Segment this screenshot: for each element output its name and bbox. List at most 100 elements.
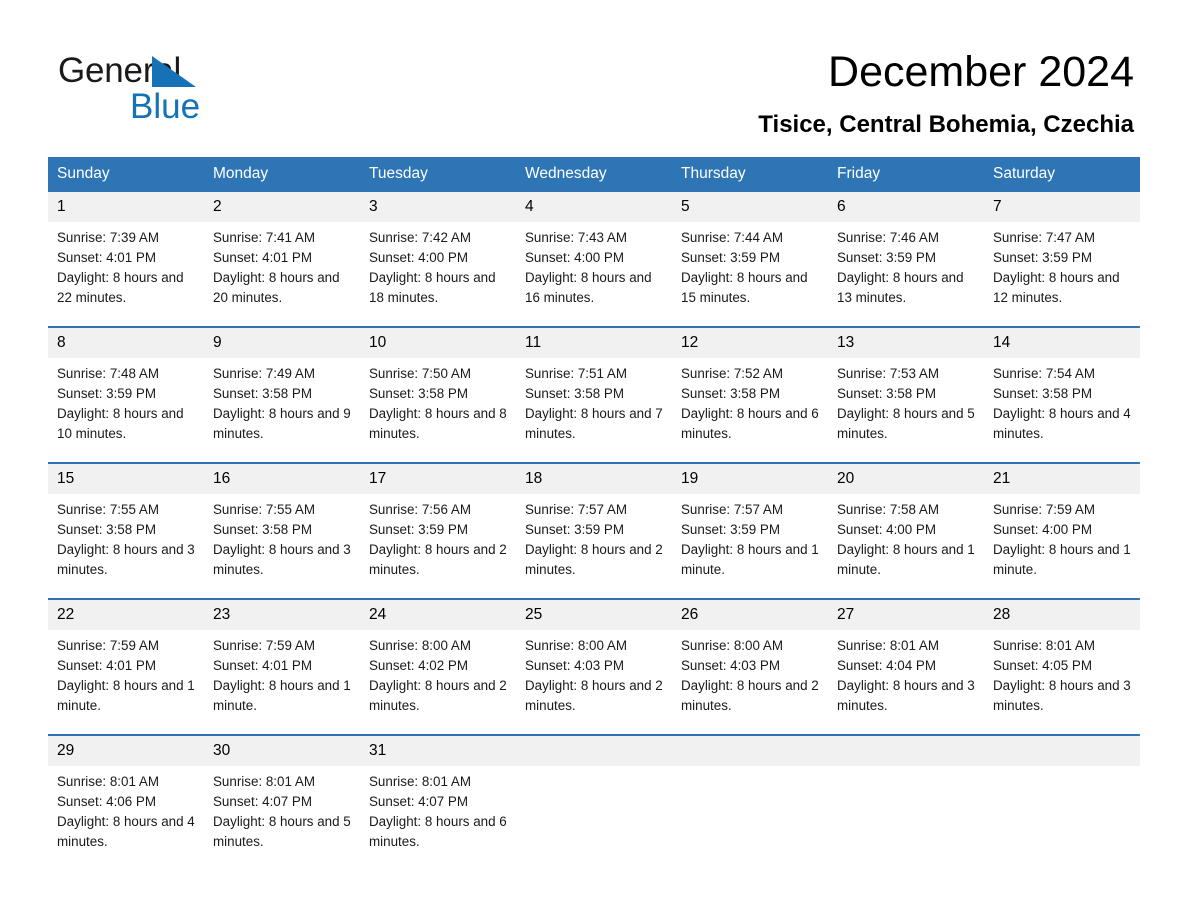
day-number [672, 736, 828, 766]
calendar-day-cell[interactable]: 21 Sunrise: 7:59 AM Sunset: 4:00 PM Dayligh… [984, 464, 1140, 580]
sunset-text: Sunset: 3:58 PM [57, 522, 156, 537]
calendar-day-cell[interactable]: 24 Sunrise: 8:00 AM Sunset: 4:02 PM Dayligh… [360, 600, 516, 716]
day-number: 30 [204, 736, 360, 766]
daylight-text: Daylight: 8 hours and 4 minutes. [57, 814, 195, 849]
calendar-day-cell[interactable]: 12 Sunrise: 7:52 AM Sunset: 3:58 PM Dayligh… [672, 328, 828, 444]
day-number: 10 [360, 328, 516, 358]
daylight-text: Daylight: 8 hours and 10 minutes. [57, 406, 184, 441]
sunrise-text: Sunrise: 7:48 AM [57, 366, 159, 381]
sunrise-text: Sunrise: 8:00 AM [681, 638, 783, 653]
sunset-text: Sunset: 4:07 PM [369, 794, 468, 809]
daylight-text: Daylight: 8 hours and 18 minutes. [369, 270, 496, 305]
day-details: Sunrise: 8:00 AM Sunset: 4:03 PM Daylight:… [672, 630, 828, 716]
calendar-day-cell[interactable]: 14 Sunrise: 7:54 AM Sunset: 3:58 PM Dayligh… [984, 328, 1140, 444]
calendar-week-row: 29 Sunrise: 8:01 AM Sunset: 4:06 PM Dayligh… [48, 734, 1140, 852]
sunset-text: Sunset: 3:58 PM [369, 386, 468, 401]
daylight-text: Daylight: 8 hours and 2 minutes. [681, 678, 819, 713]
week-separator [48, 716, 1140, 734]
day-details: Sunrise: 7:59 AM Sunset: 4:01 PM Daylight:… [48, 630, 204, 716]
calendar-day-cell[interactable]: 11 Sunrise: 7:51 AM Sunset: 3:58 PM Dayligh… [516, 328, 672, 444]
calendar-day-cell[interactable]: 19 Sunrise: 7:57 AM Sunset: 3:59 PM Dayligh… [672, 464, 828, 580]
title-block: December 2024 Tisice, Central Bohemia, C… [758, 46, 1134, 140]
day-details: Sunrise: 7:47 AM Sunset: 3:59 PM Daylight:… [984, 222, 1140, 308]
weekday-header-row: Sunday Monday Tuesday Wednesday Thursday… [48, 157, 1140, 192]
calendar-week-row: 15 Sunrise: 7:55 AM Sunset: 3:58 PM Dayligh… [48, 462, 1140, 580]
calendar-day-cell[interactable]: 2 Sunrise: 7:41 AM Sunset: 4:01 PM Daylight… [204, 192, 360, 308]
week-separator [48, 308, 1140, 326]
calendar-day-cell[interactable]: 15 Sunrise: 7:55 AM Sunset: 3:58 PM Dayligh… [48, 464, 204, 580]
calendar-day-cell-empty [672, 736, 828, 852]
sunrise-text: Sunrise: 7:59 AM [993, 502, 1095, 517]
calendar-day-cell[interactable]: 1 Sunrise: 7:39 AM Sunset: 4:01 PM Daylight… [48, 192, 204, 308]
sunset-text: Sunset: 4:01 PM [57, 658, 156, 673]
day-number: 22 [48, 600, 204, 630]
day-details: Sunrise: 8:01 AM Sunset: 4:07 PM Daylight:… [360, 766, 516, 852]
sunrise-text: Sunrise: 7:43 AM [525, 230, 627, 245]
calendar-day-cell[interactable]: 18 Sunrise: 7:57 AM Sunset: 3:59 PM Dayligh… [516, 464, 672, 580]
daylight-text: Daylight: 8 hours and 1 minute. [993, 542, 1131, 577]
day-number: 18 [516, 464, 672, 494]
calendar-week-row: 8 Sunrise: 7:48 AM Sunset: 3:59 PM Daylight… [48, 326, 1140, 444]
daylight-text: Daylight: 8 hours and 1 minute. [681, 542, 819, 577]
sunset-text: Sunset: 3:59 PM [993, 250, 1092, 265]
daylight-text: Daylight: 8 hours and 1 minute. [57, 678, 195, 713]
calendar-day-cell[interactable]: 3 Sunrise: 7:42 AM Sunset: 4:00 PM Daylight… [360, 192, 516, 308]
calendar-day-cell[interactable]: 13 Sunrise: 7:53 AM Sunset: 3:58 PM Dayligh… [828, 328, 984, 444]
sunrise-text: Sunrise: 8:01 AM [993, 638, 1095, 653]
sunset-text: Sunset: 4:02 PM [369, 658, 468, 673]
day-number: 11 [516, 328, 672, 358]
calendar-day-cell[interactable]: 23 Sunrise: 7:59 AM Sunset: 4:01 PM Dayligh… [204, 600, 360, 716]
calendar-day-cell[interactable]: 31 Sunrise: 8:01 AM Sunset: 4:07 PM Dayligh… [360, 736, 516, 852]
week-separator [48, 580, 1140, 598]
day-number: 7 [984, 192, 1140, 222]
sunrise-text: Sunrise: 8:01 AM [837, 638, 939, 653]
calendar-day-cell[interactable]: 4 Sunrise: 7:43 AM Sunset: 4:00 PM Daylight… [516, 192, 672, 308]
sunset-text: Sunset: 4:06 PM [57, 794, 156, 809]
calendar-day-cell[interactable]: 7 Sunrise: 7:47 AM Sunset: 3:59 PM Daylight… [984, 192, 1140, 308]
calendar-day-cell[interactable]: 20 Sunrise: 7:58 AM Sunset: 4:00 PM Dayligh… [828, 464, 984, 580]
sunset-text: Sunset: 3:59 PM [525, 522, 624, 537]
week-separator [48, 444, 1140, 462]
day-details: Sunrise: 7:39 AM Sunset: 4:01 PM Daylight:… [48, 222, 204, 308]
calendar-day-cell[interactable]: 16 Sunrise: 7:55 AM Sunset: 3:58 PM Dayligh… [204, 464, 360, 580]
weekday-header-thursday: Thursday [681, 165, 746, 182]
calendar-day-cell[interactable]: 30 Sunrise: 8:01 AM Sunset: 4:07 PM Dayligh… [204, 736, 360, 852]
day-number: 13 [828, 328, 984, 358]
day-details: Sunrise: 7:51 AM Sunset: 3:58 PM Daylight:… [516, 358, 672, 444]
day-number [828, 736, 984, 766]
calendar-day-cell[interactable]: 25 Sunrise: 8:00 AM Sunset: 4:03 PM Dayligh… [516, 600, 672, 716]
daylight-text: Daylight: 8 hours and 5 minutes. [213, 814, 351, 849]
calendar-day-cell[interactable]: 9 Sunrise: 7:49 AM Sunset: 3:58 PM Daylight… [204, 328, 360, 444]
calendar-day-cell[interactable]: 28 Sunrise: 8:01 AM Sunset: 4:05 PM Dayligh… [984, 600, 1140, 716]
sunrise-text: Sunrise: 7:56 AM [369, 502, 471, 517]
calendar-day-cell[interactable]: 8 Sunrise: 7:48 AM Sunset: 3:59 PM Daylight… [48, 328, 204, 444]
calendar-day-cell[interactable]: 5 Sunrise: 7:44 AM Sunset: 3:59 PM Daylight… [672, 192, 828, 308]
daylight-text: Daylight: 8 hours and 9 minutes. [213, 406, 351, 441]
calendar-day-cell[interactable]: 26 Sunrise: 8:00 AM Sunset: 4:03 PM Dayligh… [672, 600, 828, 716]
sunset-text: Sunset: 4:01 PM [213, 658, 312, 673]
daylight-text: Daylight: 8 hours and 5 minutes. [837, 406, 975, 441]
day-details: Sunrise: 7:56 AM Sunset: 3:59 PM Daylight:… [360, 494, 516, 580]
daylight-text: Daylight: 8 hours and 22 minutes. [57, 270, 184, 305]
calendar-day-cell[interactable]: 27 Sunrise: 8:01 AM Sunset: 4:04 PM Dayligh… [828, 600, 984, 716]
day-number: 26 [672, 600, 828, 630]
sunrise-text: Sunrise: 7:54 AM [993, 366, 1095, 381]
general-blue-logo: General Blue [58, 52, 318, 126]
calendar-day-cell[interactable]: 17 Sunrise: 7:56 AM Sunset: 3:59 PM Dayligh… [360, 464, 516, 580]
day-details: Sunrise: 7:55 AM Sunset: 3:58 PM Daylight:… [204, 494, 360, 580]
daylight-text: Daylight: 8 hours and 3 minutes. [57, 542, 195, 577]
day-number: 17 [360, 464, 516, 494]
sunrise-text: Sunrise: 7:50 AM [369, 366, 471, 381]
sunset-text: Sunset: 3:58 PM [213, 522, 312, 537]
day-details: Sunrise: 7:46 AM Sunset: 3:59 PM Daylight:… [828, 222, 984, 308]
day-number: 4 [516, 192, 672, 222]
sunrise-text: Sunrise: 8:00 AM [369, 638, 471, 653]
calendar-day-cell[interactable]: 10 Sunrise: 7:50 AM Sunset: 3:58 PM Dayligh… [360, 328, 516, 444]
day-details: Sunrise: 7:41 AM Sunset: 4:01 PM Daylight:… [204, 222, 360, 308]
calendar-week-row: 1 Sunrise: 7:39 AM Sunset: 4:01 PM Daylight… [48, 192, 1140, 308]
calendar-day-cell[interactable]: 29 Sunrise: 8:01 AM Sunset: 4:06 PM Dayligh… [48, 736, 204, 852]
daylight-text: Daylight: 8 hours and 6 minutes. [369, 814, 507, 849]
calendar-week-row: 22 Sunrise: 7:59 AM Sunset: 4:01 PM Dayligh… [48, 598, 1140, 716]
calendar-day-cell[interactable]: 22 Sunrise: 7:59 AM Sunset: 4:01 PM Dayligh… [48, 600, 204, 716]
calendar-day-cell[interactable]: 6 Sunrise: 7:46 AM Sunset: 3:59 PM Daylight… [828, 192, 984, 308]
